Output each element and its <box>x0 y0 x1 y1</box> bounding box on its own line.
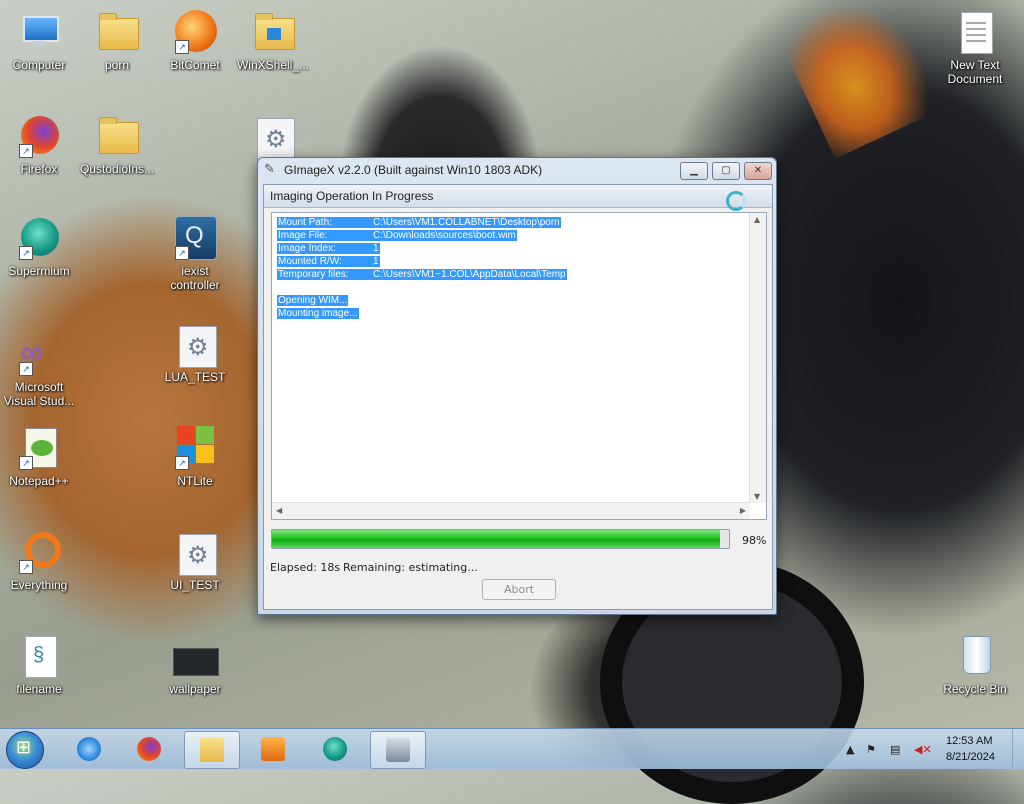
desktop-icon-notepadpp[interactable]: ↗ Notepad++ <box>0 424 78 488</box>
desktop-icon-firefox[interactable]: ↗ Firefox <box>0 112 78 176</box>
shortcut-arrow-icon: ↗ <box>19 362 33 376</box>
clock-date[interactable]: 8/21/2024 <box>946 751 995 763</box>
firefox-icon <box>137 737 161 761</box>
shortcut-arrow-icon: ↗ <box>175 456 189 470</box>
progress-percent: 98% <box>742 534 767 547</box>
desktop-icon-porn[interactable]: porn <box>78 8 156 72</box>
firefox-icon: ↗ <box>15 112 63 160</box>
shortcut-arrow-icon: ↗ <box>19 560 33 574</box>
show-desktop-button[interactable] <box>1012 729 1024 769</box>
desktop-icon-ui-test[interactable]: UI_TEST <box>156 528 234 592</box>
gear-file-icon <box>171 320 219 368</box>
action-center-flag-icon[interactable]: ⚑ <box>866 743 876 756</box>
computer-icon <box>15 8 63 56</box>
log-line-mounted-rw: Mounted R/W: 1 <box>277 256 380 267</box>
script-file-icon: § <box>15 632 63 680</box>
network-icon[interactable]: ▤ <box>890 743 900 756</box>
log-line-temp-files: Temporary files: C:\Users\VM1~1.COL\AppDa… <box>277 269 567 280</box>
taskbar: ▲ ⚑ ▤ ◀✕ 12:53 AM 8/21/2024 <box>0 728 1024 769</box>
log-line-image-file: Image File: C:\Downloads\sources\boot.wim <box>277 230 517 241</box>
shortcut-arrow-icon: ↗ <box>175 246 189 260</box>
gimagex-icon <box>386 738 410 762</box>
gear-file-icon <box>249 112 297 160</box>
desktop-icon-filename[interactable]: § filename <box>0 632 78 696</box>
scroll-left-icon[interactable]: ◀ <box>276 506 282 515</box>
gimagex-window[interactable]: ✎ GImageX v2.2.0 (Built against Win10 18… <box>257 157 777 615</box>
log-line-mounting: Mounting image... <box>277 308 359 319</box>
busy-spinner-icon <box>726 191 746 211</box>
bitcomet-icon: ↗ <box>171 8 219 56</box>
visual-studio-icon: ∞ ↗ <box>19 336 43 376</box>
scroll-down-icon[interactable]: ▼ <box>754 492 760 501</box>
shortcut-arrow-icon: ↗ <box>19 246 33 260</box>
progress-bar <box>271 529 730 549</box>
abort-button[interactable]: Abort <box>482 579 556 600</box>
taskbar-firefox[interactable] <box>122 731 176 767</box>
title-bar[interactable]: ✎ GImageX v2.2.0 (Built against Win10 18… <box>258 158 776 182</box>
show-hidden-icons-icon[interactable]: ▲ <box>846 743 854 756</box>
log-line-mount-path: Mount Path: C:\Users\VM1.COLLABNET\Deskto… <box>277 217 561 228</box>
window-title: GImageX v2.2.0 (Built against Win10 1803… <box>284 163 543 177</box>
wallpaper-decoration <box>776 0 944 159</box>
notepadpp-icon: ↗ <box>15 424 63 472</box>
remaining-time: Remaining: estimating... <box>343 561 478 574</box>
progress-fill <box>272 530 720 548</box>
image-file-icon <box>171 632 219 680</box>
taskbar-explorer[interactable] <box>184 731 240 769</box>
minimize-button[interactable]: ▁ <box>680 162 708 180</box>
operation-title: Imaging Operation In Progress <box>270 189 434 203</box>
desktop-icon-qustodio[interactable]: QustodioIns... <box>78 112 156 176</box>
supermium-icon <box>323 737 347 761</box>
taskbar-supermium[interactable] <box>308 731 362 767</box>
taskbar-gimagex[interactable] <box>370 731 426 769</box>
taskbar-media-player[interactable] <box>246 731 300 767</box>
media-player-icon <box>261 737 285 761</box>
desktop-icon-recycle-bin[interactable]: Recycle Bin <box>936 632 1014 696</box>
volume-muted-icon[interactable]: ◀✕ <box>914 743 932 756</box>
scroll-right-icon[interactable]: ▶ <box>740 506 746 515</box>
taskbar-internet-explorer[interactable] <box>62 731 116 767</box>
operation-header: Imaging Operation In Progress <box>264 185 772 211</box>
app-icon: Q ↗ <box>171 214 219 262</box>
desktop-icon-ntlite[interactable]: ↗ NTLite <box>156 424 234 488</box>
desktop-icon-everything[interactable]: ↗ Everything <box>0 528 78 592</box>
maximize-button[interactable]: ▢ <box>712 162 740 180</box>
shortcut-arrow-icon: ↗ <box>175 40 189 54</box>
desktop-icon-new-text-document[interactable]: New Text Document <box>936 8 1014 86</box>
internet-explorer-icon <box>77 737 101 761</box>
gear-file-icon <box>171 528 219 576</box>
elapsed-time: Elapsed: 18s <box>270 561 341 574</box>
shortcut-arrow-icon: ↗ <box>19 456 33 470</box>
folder-icon <box>249 8 297 56</box>
log-horizontal-scrollbar[interactable]: ◀ ▶ <box>272 502 750 519</box>
text-document-icon <box>951 8 999 56</box>
gimagex-app-icon: ✎ <box>264 162 275 177</box>
ntlite-icon: ↗ <box>171 424 219 472</box>
everything-icon: ↗ <box>15 528 63 576</box>
desktop-icon-wallpaper[interactable]: wallpaper <box>156 632 234 696</box>
log-vertical-scrollbar[interactable]: ▲ ▼ <box>749 213 766 503</box>
supermium-icon: ↗ <box>15 214 63 262</box>
shortcut-arrow-icon: ↗ <box>19 144 33 158</box>
desktop-icon-winxshell[interactable]: WinXShell_... <box>234 8 312 72</box>
operation-log[interactable]: Mount Path: C:\Users\VM1.COLLABNET\Deskto… <box>271 212 767 520</box>
close-button[interactable]: ✕ <box>744 162 772 180</box>
log-line-image-index: Image Index: 1 <box>277 243 380 254</box>
clock-time[interactable]: 12:53 AM <box>946 735 992 747</box>
window-client-area: Imaging Operation In Progress Mount Path… <box>263 184 773 610</box>
desktop-icon-bitcomet[interactable]: ↗ BitComet <box>156 8 234 72</box>
log-line-opening: Opening WIM... <box>277 295 349 306</box>
scroll-up-icon[interactable]: ▲ <box>754 215 760 224</box>
desktop-icon-visual-studio[interactable]: ∞ ↗ Microsoft Visual Stud... <box>0 330 78 408</box>
recycle-bin-icon <box>951 632 999 680</box>
explorer-icon <box>200 738 224 762</box>
folder-icon <box>93 112 141 160</box>
start-button[interactable] <box>6 731 44 769</box>
desktop-icon-supermium[interactable]: ↗ Supermium <box>0 214 78 278</box>
folder-icon <box>93 8 141 56</box>
desktop-icon-computer[interactable]: Computer <box>0 8 78 72</box>
desktop-icon-lua-test[interactable]: LUA_TEST <box>156 320 234 384</box>
desktop-icon-iexist-controller[interactable]: Q ↗ iexist controller <box>156 214 234 292</box>
